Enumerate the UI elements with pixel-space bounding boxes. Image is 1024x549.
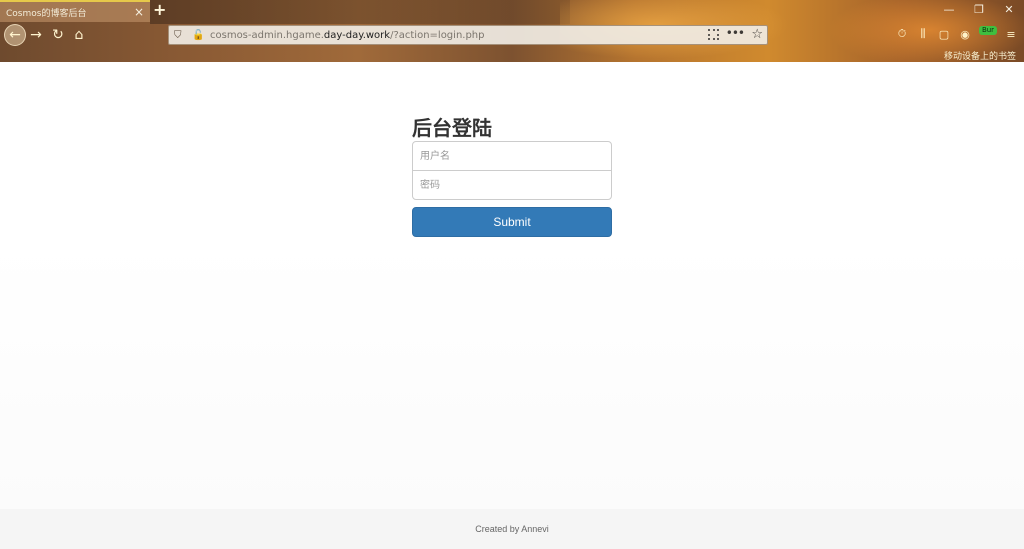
timer-icon[interactable]: ⏱ — [895, 27, 909, 41]
nav-bar: ← → ↻ ⌂ ⛉ 🔓 cosmos-admin.hgame.day-day.w… — [0, 22, 1024, 49]
url-text[interactable]: cosmos-admin.hgame.day-day.work/?action=… — [210, 30, 485, 41]
close-window-button[interactable]: ✕ — [994, 0, 1024, 20]
page-content: 后台登陆 Submit — [0, 62, 1024, 509]
insecure-lock-icon[interactable]: 🔓 — [192, 30, 204, 41]
more-actions-icon[interactable]: ••• — [726, 26, 745, 40]
login-title: 后台登陆 — [412, 116, 492, 140]
bookmark-star-icon[interactable]: ☆ — [751, 27, 763, 42]
maximize-button[interactable]: ❐ — [964, 0, 994, 20]
tab-active[interactable]: Cosmos的博客后台 × — [0, 0, 150, 22]
menu-icon[interactable]: ≡ — [1004, 27, 1018, 41]
window-controls: — ❐ ✕ — [934, 0, 1024, 20]
minimize-button[interactable]: — — [934, 0, 964, 20]
tab-title: Cosmos的博客后台 — [6, 8, 87, 19]
footer: Created by Annevi — [0, 509, 1024, 549]
burp-extension-badge[interactable]: Bur — [979, 25, 997, 35]
new-tab-button[interactable]: + — [153, 1, 166, 19]
tab-bar: Cosmos的博客后台 × + — ❐ ✕ — [0, 0, 1024, 22]
back-icon[interactable]: ← — [4, 24, 26, 46]
close-icon[interactable]: × — [134, 5, 144, 19]
toolbar-icons: ⏱ ⫼ ▢ ◉ Bur ≡ — [895, 25, 1018, 41]
reload-icon[interactable]: ↻ — [47, 24, 69, 46]
submit-button[interactable]: Submit — [412, 207, 612, 237]
browser-chrome: Cosmos的博客后台 × + — ❐ ✕ ← → ↻ ⌂ ⛉ 🔓 cosmos… — [0, 0, 1024, 62]
address-bar[interactable]: ⛉ 🔓 cosmos-admin.hgame.day-day.work/?act… — [168, 25, 768, 45]
qr-code-icon[interactable] — [708, 29, 719, 40]
url-domain: day-day.work — [323, 29, 391, 41]
home-icon[interactable]: ⌂ — [68, 24, 90, 46]
shield-icon[interactable]: ⛉ — [174, 30, 186, 41]
password-input[interactable] — [412, 170, 612, 200]
username-input[interactable] — [412, 141, 612, 171]
sidebar-icon[interactable]: ▢ — [937, 27, 951, 41]
account-icon[interactable]: ◉ — [958, 27, 972, 41]
url-prefix: cosmos-admin.hgame. — [210, 29, 324, 41]
url-suffix: /?action=login.php — [390, 29, 485, 41]
library-icon[interactable]: ⫼ — [916, 27, 930, 41]
mobile-bookmarks-link[interactable]: 移动设备上的书签 — [944, 49, 1016, 62]
forward-icon[interactable]: → — [25, 24, 47, 46]
footer-credit: Created by Annevi — [475, 524, 549, 534]
